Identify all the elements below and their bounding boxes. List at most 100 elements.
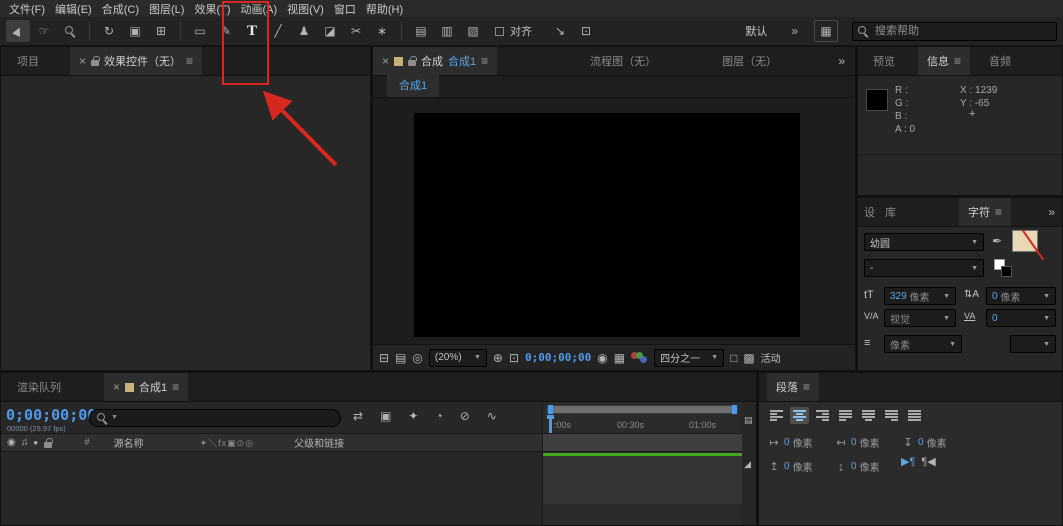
first-line-indent-field[interactable]: ↤ 0 像素	[834, 435, 879, 450]
tab-character[interactable]: 字符 ≡	[959, 198, 1012, 226]
lock-icon[interactable]	[91, 56, 100, 66]
tab-effects-presets[interactable]: 设	[858, 198, 880, 226]
font-size-dropdown[interactable]: 329 像素 ▼	[884, 287, 956, 305]
type-tool-button[interactable]: T	[240, 20, 264, 42]
view-layout-icon[interactable]: ◎	[412, 352, 422, 364]
tracking-dropdown[interactable]: 0 ▼	[986, 309, 1056, 327]
menu-file[interactable]: 文件(F)	[4, 1, 50, 17]
workspace-overflow-icon[interactable]: »	[791, 25, 798, 37]
always-preview-icon[interactable]: ⊟	[379, 352, 389, 364]
fill-stroke-swatches[interactable]	[994, 259, 1014, 279]
tab-effect-controls[interactable]: × 效果控件（无） ≡	[70, 47, 203, 75]
draft-3d-icon[interactable]: ▣	[380, 410, 391, 422]
justify-last-right-button[interactable]	[882, 407, 901, 424]
composition-viewer[interactable]	[373, 98, 855, 344]
panel-menu-icon[interactable]: ≡	[954, 54, 961, 68]
graph-editor-icon[interactable]: ∿	[487, 410, 497, 422]
panel-overflow-icon[interactable]: »	[828, 47, 855, 75]
zoom-tool-button[interactable]	[58, 20, 82, 42]
resize-corner-icon[interactable]: ◢	[744, 460, 751, 469]
leading-dropdown[interactable]: 0 像素 ▼	[986, 287, 1056, 305]
close-icon[interactable]: ×	[113, 380, 120, 394]
roto-brush-tool-button[interactable]: ✂	[344, 20, 368, 42]
panel-menu-icon[interactable]: ≡	[995, 205, 1002, 219]
time-navigator-track[interactable]	[546, 405, 738, 414]
main-viewer-icon[interactable]: ▤	[395, 352, 406, 364]
align-checkbox[interactable]	[495, 26, 504, 36]
snap-button[interactable]: ↘	[548, 20, 572, 42]
source-name-column-label[interactable]: 源名称	[114, 435, 144, 450]
tab-timeline-comp1[interactable]: × 合成1 ≡	[104, 373, 189, 401]
indent-left-field[interactable]: ↦ 0 像素	[767, 435, 812, 450]
space-after-field[interactable]: ↨ 0 像素	[834, 459, 879, 475]
time-navigator-bar[interactable]	[551, 406, 733, 413]
pen-tool-button[interactable]: ✎	[214, 20, 238, 42]
comp-timecode[interactable]: 0;00;00;00	[525, 351, 591, 364]
kerning-dropdown[interactable]: 视觉 ▼	[884, 309, 956, 327]
menu-layer[interactable]: 图层(L)	[144, 1, 189, 17]
channels-icon[interactable]	[631, 351, 648, 364]
subtab-comp1[interactable]: 合成1	[387, 74, 440, 97]
transparency-grid-icon[interactable]: ▩	[743, 352, 754, 364]
composition-canvas[interactable]	[414, 113, 800, 337]
selection-tool-button[interactable]: ▶	[6, 20, 30, 42]
comp-mini-flowchart-icon[interactable]: ⇄	[353, 410, 363, 422]
active-camera-label[interactable]: 活动	[761, 350, 781, 365]
eyedropper-icon[interactable]: ✒	[992, 235, 1002, 247]
close-icon[interactable]: ×	[79, 54, 86, 68]
tab-project[interactable]: 项目	[1, 47, 48, 75]
mask-visibility-icon[interactable]: ⊡	[509, 352, 519, 364]
tab-render-queue[interactable]: 渲染队列	[1, 373, 70, 401]
grid-guides-icon[interactable]: ⊕	[493, 352, 503, 364]
text-direction-rtl-icon[interactable]: ¶◀	[921, 457, 935, 468]
brush-tool-button[interactable]: ╱	[266, 20, 290, 42]
justify-last-left-button[interactable]	[836, 407, 855, 424]
menu-help[interactable]: 帮助(H)	[361, 1, 408, 17]
baseline-unit-dropdown[interactable]: 像素 ▼	[884, 335, 962, 353]
menu-edit[interactable]: 编辑(E)	[50, 1, 97, 17]
navigator-start-handle[interactable]	[548, 405, 553, 414]
navigator-end-handle[interactable]	[732, 405, 737, 414]
menu-view[interactable]: 视图(V)	[282, 1, 329, 17]
grid-options-button[interactable]: ⊡	[574, 20, 598, 42]
tab-composition-viewer[interactable]: × 合成 合成1 ≡	[373, 47, 498, 75]
hide-shy-layers-icon[interactable]: ✦	[408, 410, 418, 422]
tab-paragraph[interactable]: 段落 ≡	[767, 373, 820, 401]
solo-column-icon[interactable]: ●	[33, 438, 38, 447]
frame-blending-icon[interactable]: ◔	[435, 410, 442, 422]
orbit-camera-tool-button[interactable]: ↻	[97, 20, 121, 42]
extra-dropdown[interactable]: ▼	[1010, 335, 1056, 353]
timeline-graph-area[interactable]: :00s 00:30s 01:00s	[542, 402, 742, 525]
motion-blur-icon[interactable]: ⊘	[460, 410, 470, 422]
shape-tool-button[interactable]: ▭	[188, 20, 212, 42]
tab-layer[interactable]: 图层（无）	[713, 47, 786, 75]
menu-animation[interactable]: 动画(A)	[236, 1, 283, 17]
resolution-dropdown[interactable]: 四分之一 ▼	[654, 348, 725, 367]
clone-stamp-tool-button[interactable]: ♟	[292, 20, 316, 42]
justify-all-button[interactable]	[905, 407, 924, 424]
video-column-icon[interactable]: ◉	[7, 437, 16, 448]
pan-behind-tool-button[interactable]: ⊞	[149, 20, 173, 42]
snapshot-icon[interactable]: ◉	[597, 352, 607, 364]
puppet-pin-tool-button[interactable]: ∗	[370, 20, 394, 42]
justify-last-center-button[interactable]	[859, 407, 878, 424]
tab-info[interactable]: 信息 ≡	[918, 47, 971, 75]
tab-library[interactable]: 库	[880, 198, 901, 226]
time-ruler[interactable]: :00s 00:30s 01:00s	[543, 416, 742, 433]
tab-preview[interactable]: 预览	[858, 47, 904, 75]
manage-workspaces-button[interactable]: ▦	[814, 20, 838, 42]
lock-icon[interactable]	[408, 56, 417, 66]
lock-column-icon[interactable]	[44, 437, 53, 448]
fill-color-swatch[interactable]	[1012, 229, 1048, 261]
align-center-button[interactable]	[790, 407, 809, 424]
font-style-dropdown[interactable]: - ▼	[864, 259, 984, 277]
align-left-button[interactable]	[767, 407, 786, 424]
indent-right-field[interactable]: ↧ 0 像素	[901, 435, 946, 450]
effect-controls-body[interactable]	[1, 76, 370, 370]
panel-menu-icon[interactable]: ≡	[186, 54, 193, 68]
workspace-label[interactable]: 默认	[745, 23, 767, 39]
eraser-tool-button[interactable]: ◪	[318, 20, 342, 42]
timeline-timecode[interactable]: 0;00;00;00	[6, 406, 96, 424]
panel-menu-icon[interactable]: ≡	[803, 380, 810, 394]
audio-column-icon[interactable]: ♫	[21, 437, 29, 448]
